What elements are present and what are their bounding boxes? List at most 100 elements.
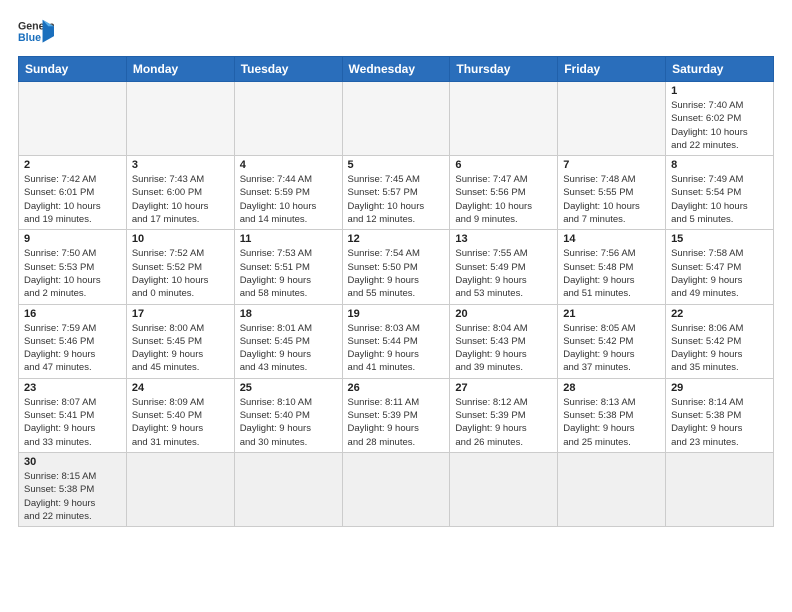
day-cell: 23 Sunrise: 8:07 AMSunset: 5:41 PMDayligh…: [19, 378, 127, 452]
day-number: 8: [671, 159, 768, 171]
day-info: Sunrise: 7:40 AMSunset: 6:02 PMDaylight:…: [671, 99, 768, 152]
day-cell: 21Sunrise: 8:05 AMSunset: 5:42 PMDayligh…: [558, 304, 666, 378]
day-number: 5: [348, 159, 445, 171]
day-number: 2: [24, 159, 121, 171]
day-cell: 15 Sunrise: 7:58 AMSunset: 5:47 PMDayligh…: [666, 230, 774, 304]
day-cell: 18Sunrise: 8:01 AMSunset: 5:45 PMDayligh…: [234, 304, 342, 378]
day-number: 19: [348, 308, 445, 320]
day-info: Sunrise: 8:11 AMSunset: 5:39 PMDaylight:…: [348, 396, 445, 449]
day-info: Sunrise: 7:50 AMSunset: 5:53 PMDaylight:…: [24, 247, 121, 300]
day-number: 1: [671, 85, 768, 97]
day-number: 11: [240, 233, 337, 245]
day-info: Sunrise: 7:48 AMSunset: 5:55 PMDaylight:…: [563, 173, 660, 226]
day-cell: 14Sunrise: 7:56 AMSunset: 5:48 PMDayligh…: [558, 230, 666, 304]
day-cell: 27 Sunrise: 8:12 AMSunset: 5:39 PMDayligh…: [450, 378, 558, 452]
week-row-2: 2 Sunrise: 7:42 AMSunset: 6:01 PMDaylight…: [19, 156, 774, 230]
day-cell: 16 Sunrise: 7:59 AMSunset: 5:46 PMDayligh…: [19, 304, 127, 378]
day-info: Sunrise: 8:07 AMSunset: 5:41 PMDaylight:…: [24, 396, 121, 449]
day-info: Sunrise: 8:00 AMSunset: 5:45 PMDaylight:…: [132, 322, 229, 375]
day-cell: [126, 452, 234, 526]
day-number: 12: [348, 233, 445, 245]
day-cell: 7Sunrise: 7:48 AMSunset: 5:55 PMDaylight…: [558, 156, 666, 230]
day-cell: [234, 82, 342, 156]
day-info: Sunrise: 7:59 AMSunset: 5:46 PMDaylight:…: [24, 322, 121, 375]
day-cell: 24 Sunrise: 8:09 AMSunset: 5:40 PMDayligh…: [126, 378, 234, 452]
day-info: Sunrise: 7:54 AMSunset: 5:50 PMDaylight:…: [348, 247, 445, 300]
logo-icon: General Blue: [18, 18, 54, 46]
day-number: 15: [671, 233, 768, 245]
header-day-wednesday: Wednesday: [342, 57, 450, 82]
week-row-4: 16 Sunrise: 7:59 AMSunset: 5:46 PMDayligh…: [19, 304, 774, 378]
day-info: Sunrise: 8:04 AMSunset: 5:43 PMDaylight:…: [455, 322, 552, 375]
day-info: Sunrise: 8:09 AMSunset: 5:40 PMDaylight:…: [132, 396, 229, 449]
day-cell: [558, 82, 666, 156]
header-day-sunday: Sunday: [19, 57, 127, 82]
day-cell: 2 Sunrise: 7:42 AMSunset: 6:01 PMDaylight…: [19, 156, 127, 230]
day-number: 18: [240, 308, 337, 320]
day-cell: [558, 452, 666, 526]
day-number: 29: [671, 382, 768, 394]
day-number: 25: [240, 382, 337, 394]
day-cell: 30Sunrise: 8:15 AMSunset: 5:38 PMDayligh…: [19, 452, 127, 526]
header-day-saturday: Saturday: [666, 57, 774, 82]
day-cell: 9 Sunrise: 7:50 AMSunset: 5:53 PMDaylight…: [19, 230, 127, 304]
header-day-friday: Friday: [558, 57, 666, 82]
day-number: 28: [563, 382, 660, 394]
header-day-thursday: Thursday: [450, 57, 558, 82]
day-info: Sunrise: 7:45 AMSunset: 5:57 PMDaylight:…: [348, 173, 445, 226]
day-cell: [126, 82, 234, 156]
day-cell: 22 Sunrise: 8:06 AMSunset: 5:42 PMDayligh…: [666, 304, 774, 378]
day-info: Sunrise: 7:56 AMSunset: 5:48 PMDaylight:…: [563, 247, 660, 300]
day-number: 27: [455, 382, 552, 394]
day-info: Sunrise: 8:10 AMSunset: 5:40 PMDaylight:…: [240, 396, 337, 449]
day-cell: 6 Sunrise: 7:47 AMSunset: 5:56 PMDaylight…: [450, 156, 558, 230]
day-info: Sunrise: 7:42 AMSunset: 6:01 PMDaylight:…: [24, 173, 121, 226]
day-number: 9: [24, 233, 121, 245]
day-number: 17: [132, 308, 229, 320]
svg-text:Blue: Blue: [18, 32, 41, 44]
week-row-3: 9 Sunrise: 7:50 AMSunset: 5:53 PMDaylight…: [19, 230, 774, 304]
day-number: 4: [240, 159, 337, 171]
header-day-tuesday: Tuesday: [234, 57, 342, 82]
day-cell: [666, 452, 774, 526]
page: General Blue SundayMondayTuesdayWednesda…: [0, 0, 792, 612]
day-cell: 20Sunrise: 8:04 AMSunset: 5:43 PMDayligh…: [450, 304, 558, 378]
day-info: Sunrise: 7:52 AMSunset: 5:52 PMDaylight:…: [132, 247, 229, 300]
day-info: Sunrise: 7:58 AMSunset: 5:47 PMDaylight:…: [671, 247, 768, 300]
week-row-5: 23 Sunrise: 8:07 AMSunset: 5:41 PMDayligh…: [19, 378, 774, 452]
day-info: Sunrise: 8:13 AMSunset: 5:38 PMDaylight:…: [563, 396, 660, 449]
day-info: Sunrise: 7:44 AMSunset: 5:59 PMDaylight:…: [240, 173, 337, 226]
day-cell: 8Sunrise: 7:49 AMSunset: 5:54 PMDaylight…: [666, 156, 774, 230]
day-info: Sunrise: 8:06 AMSunset: 5:42 PMDaylight:…: [671, 322, 768, 375]
day-cell: 26 Sunrise: 8:11 AMSunset: 5:39 PMDayligh…: [342, 378, 450, 452]
day-number: 6: [455, 159, 552, 171]
logo: General Blue: [18, 18, 54, 46]
day-info: Sunrise: 8:14 AMSunset: 5:38 PMDaylight:…: [671, 396, 768, 449]
day-info: Sunrise: 7:43 AMSunset: 6:00 PMDaylight:…: [132, 173, 229, 226]
day-cell: 28 Sunrise: 8:13 AMSunset: 5:38 PMDayligh…: [558, 378, 666, 452]
day-number: 23: [24, 382, 121, 394]
header: General Blue: [18, 18, 774, 46]
day-info: Sunrise: 7:53 AMSunset: 5:51 PMDaylight:…: [240, 247, 337, 300]
week-row-1: 1 Sunrise: 7:40 AMSunset: 6:02 PMDaylight…: [19, 82, 774, 156]
day-cell: [450, 82, 558, 156]
day-info: Sunrise: 8:12 AMSunset: 5:39 PMDaylight:…: [455, 396, 552, 449]
day-info: Sunrise: 8:03 AMSunset: 5:44 PMDaylight:…: [348, 322, 445, 375]
day-number: 3: [132, 159, 229, 171]
day-cell: [19, 82, 127, 156]
day-info: Sunrise: 8:15 AMSunset: 5:38 PMDaylight:…: [24, 470, 121, 523]
day-cell: 4 Sunrise: 7:44 AMSunset: 5:59 PMDaylight…: [234, 156, 342, 230]
calendar-header-row: SundayMondayTuesdayWednesdayThursdayFrid…: [19, 57, 774, 82]
calendar-table: SundayMondayTuesdayWednesdayThursdayFrid…: [18, 56, 774, 527]
day-cell: 17 Sunrise: 8:00 AMSunset: 5:45 PMDayligh…: [126, 304, 234, 378]
day-cell: 1 Sunrise: 7:40 AMSunset: 6:02 PMDaylight…: [666, 82, 774, 156]
day-number: 26: [348, 382, 445, 394]
day-number: 16: [24, 308, 121, 320]
day-number: 22: [671, 308, 768, 320]
day-cell: 3 Sunrise: 7:43 AMSunset: 6:00 PMDaylight…: [126, 156, 234, 230]
day-info: Sunrise: 7:47 AMSunset: 5:56 PMDaylight:…: [455, 173, 552, 226]
day-cell: 13Sunrise: 7:55 AMSunset: 5:49 PMDayligh…: [450, 230, 558, 304]
day-number: 24: [132, 382, 229, 394]
day-cell: [342, 82, 450, 156]
day-cell: 12 Sunrise: 7:54 AMSunset: 5:50 PMDayligh…: [342, 230, 450, 304]
